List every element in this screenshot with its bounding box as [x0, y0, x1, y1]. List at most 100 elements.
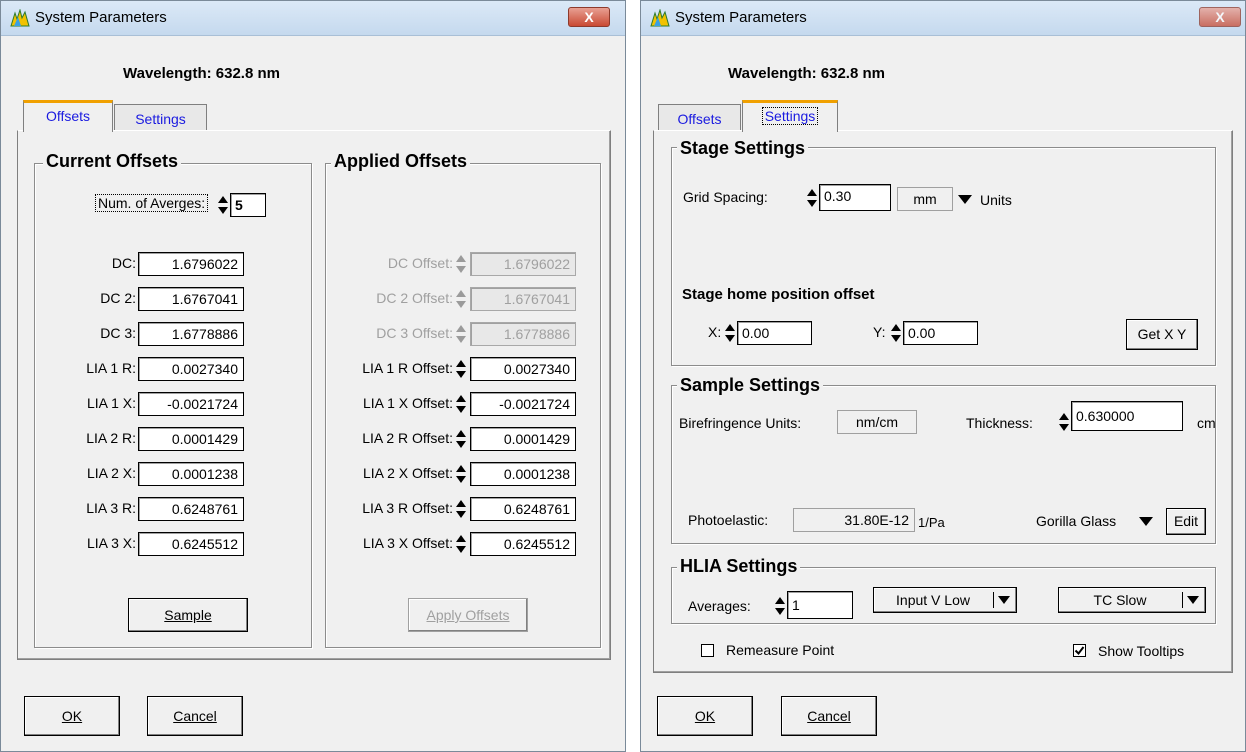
ok-button[interactable]: OK: [657, 696, 753, 736]
show-tooltips-checkbox[interactable]: [1073, 644, 1086, 657]
get-xy-button-label: Get X Y: [1137, 326, 1187, 342]
applied-offset-field[interactable]: 0.0001429: [470, 427, 576, 451]
offset-value-field[interactable]: 0.0001429: [138, 427, 244, 451]
thickness-unit: cm: [1197, 415, 1216, 431]
stage-settings-title: Stage Settings: [677, 137, 809, 159]
cancel-button[interactable]: Cancel: [781, 696, 877, 736]
chevron-down-icon: [998, 596, 1010, 604]
units-select[interactable]: mm: [897, 187, 953, 211]
offset-value-field[interactable]: 1.6778886: [138, 322, 244, 346]
hlia-averages-spinner[interactable]: [774, 594, 786, 618]
num-averages-label: Num. of Averges:: [95, 194, 209, 212]
close-button[interactable]: X: [568, 7, 610, 27]
applied-offset-spinner[interactable]: [455, 532, 467, 556]
applied-offset-spinner[interactable]: [455, 357, 467, 381]
applied-offset-field[interactable]: -0.0021724: [470, 392, 576, 416]
hlia-averages-label: Averages:: [688, 598, 751, 614]
time-constant-value: TC Slow: [1093, 592, 1147, 608]
tab-offsets[interactable]: Offsets: [23, 100, 113, 132]
offset-value-field[interactable]: 1.6796022: [138, 252, 244, 276]
offset-label: LIA 2 R:: [86, 430, 136, 446]
time-constant-select[interactable]: TC Slow: [1058, 587, 1206, 613]
get-xy-button[interactable]: Get X Y: [1126, 319, 1198, 350]
apply-offsets-button[interactable]: Apply Offsets: [408, 598, 528, 632]
hlia-settings-title: HLIA Settings: [677, 555, 801, 577]
offset-value-field[interactable]: 0.6245512: [138, 532, 244, 556]
tab-settings[interactable]: Settings: [742, 100, 838, 132]
window-title: System Parameters: [35, 9, 167, 26]
applied-offset-label: DC Offset:: [387, 255, 453, 271]
cancel-button-label: Cancel: [807, 708, 851, 724]
applied-offset-field: 1.6767041: [470, 287, 576, 311]
units-dropdown-icon[interactable]: [958, 195, 972, 204]
apply-offsets-button-label: Apply Offsets: [426, 607, 510, 623]
units-label: Units: [980, 192, 1012, 208]
hlia-averages-input[interactable]: 1: [787, 591, 853, 619]
applied-offset-field: 1.6796022: [470, 252, 576, 276]
tab-offsets[interactable]: Offsets: [658, 104, 741, 132]
applied-offset-label: LIA 1 R Offset:: [362, 360, 453, 376]
home-y-label: Y:: [873, 324, 886, 340]
applied-offset-label: LIA 2 R Offset:: [362, 430, 453, 446]
applied-offset-label: DC 2 Offset:: [376, 290, 453, 306]
left-title-bar[interactable]: System Parameters X: [1, 1, 625, 36]
chevron-down-icon: [1187, 596, 1199, 604]
applied-offset-spinner[interactable]: [455, 427, 467, 451]
offset-value-field[interactable]: 0.0001238: [138, 462, 244, 486]
applied-offset-label: LIA 2 X Offset:: [362, 465, 453, 481]
offset-value-field[interactable]: 0.0027340: [138, 357, 244, 381]
remeasure-checkbox[interactable]: [701, 644, 714, 657]
wavelength-label: Wavelength: 632.8 nm: [728, 65, 885, 82]
left-dialog-window: System Parameters X Wavelength: 632.8 nm…: [0, 0, 626, 752]
thickness-spinner[interactable]: [1058, 410, 1070, 434]
offset-value-field[interactable]: 1.6767041: [138, 287, 244, 311]
offsets-tab-panel: Current Offsets Num. of Averges: 5 DC: 1…: [17, 130, 611, 660]
tab-settings-label: Settings: [135, 111, 186, 127]
applied-offset-spinner[interactable]: [455, 392, 467, 416]
applied-offset-spinner[interactable]: [455, 462, 467, 486]
applied-offset-spinner: [455, 322, 467, 346]
applied-offset-label: LIA 3 R Offset:: [362, 500, 453, 516]
offset-label: LIA 2 X:: [86, 465, 136, 481]
close-button[interactable]: X: [1199, 7, 1241, 27]
applied-offset-field: 1.6778886: [470, 322, 576, 346]
applied-offset-field[interactable]: 0.6245512: [470, 532, 576, 556]
input-range-separator: [993, 592, 994, 608]
grid-spacing-input[interactable]: 0.30: [819, 184, 891, 211]
window-title: System Parameters: [675, 9, 807, 26]
checkmark-icon: [1074, 646, 1085, 656]
birefringence-label: Birefringence Units:: [679, 415, 802, 431]
thickness-input[interactable]: 0.630000: [1071, 401, 1183, 431]
offset-label: DC 3:: [100, 325, 136, 341]
num-averages-input[interactable]: 5: [230, 193, 266, 217]
cancel-button[interactable]: Cancel: [147, 696, 243, 736]
material-select-label[interactable]: Gorilla Glass: [1036, 513, 1116, 529]
offset-label: LIA 1 X:: [86, 395, 136, 411]
thickness-label: Thickness:: [966, 415, 1033, 431]
home-x-spinner[interactable]: [724, 321, 736, 345]
input-range-value: Input V Low: [896, 592, 970, 608]
right-title-bar[interactable]: System Parameters X: [641, 1, 1245, 36]
birefringence-value-text: nm/cm: [856, 414, 898, 430]
applied-offset-field[interactable]: 0.0001238: [470, 462, 576, 486]
tab-settings[interactable]: Settings: [114, 104, 207, 132]
offset-value-field[interactable]: -0.0021724: [138, 392, 244, 416]
tab-offsets-label: Offsets: [45, 108, 91, 124]
applied-offset-field[interactable]: 0.6248761: [470, 497, 576, 521]
applied-offset-field[interactable]: 0.0027340: [470, 357, 576, 381]
material-dropdown-icon[interactable]: [1139, 517, 1153, 526]
num-averages-spinner[interactable]: [217, 193, 229, 217]
home-x-input[interactable]: 0.00: [737, 321, 812, 345]
applied-offsets-title: Applied Offsets: [331, 150, 471, 172]
home-y-input[interactable]: 0.00: [903, 321, 978, 345]
ok-button-label: OK: [61, 708, 83, 724]
sample-button[interactable]: Sample: [128, 598, 248, 632]
photoelastic-label: Photoelastic:: [688, 512, 769, 528]
ok-button[interactable]: OK: [24, 696, 120, 736]
input-range-select[interactable]: Input V Low: [873, 587, 1017, 613]
home-y-spinner[interactable]: [890, 321, 902, 345]
grid-spacing-spinner[interactable]: [806, 186, 818, 210]
applied-offset-spinner[interactable]: [455, 497, 467, 521]
offset-value-field[interactable]: 0.6248761: [138, 497, 244, 521]
edit-button[interactable]: Edit: [1166, 508, 1206, 535]
